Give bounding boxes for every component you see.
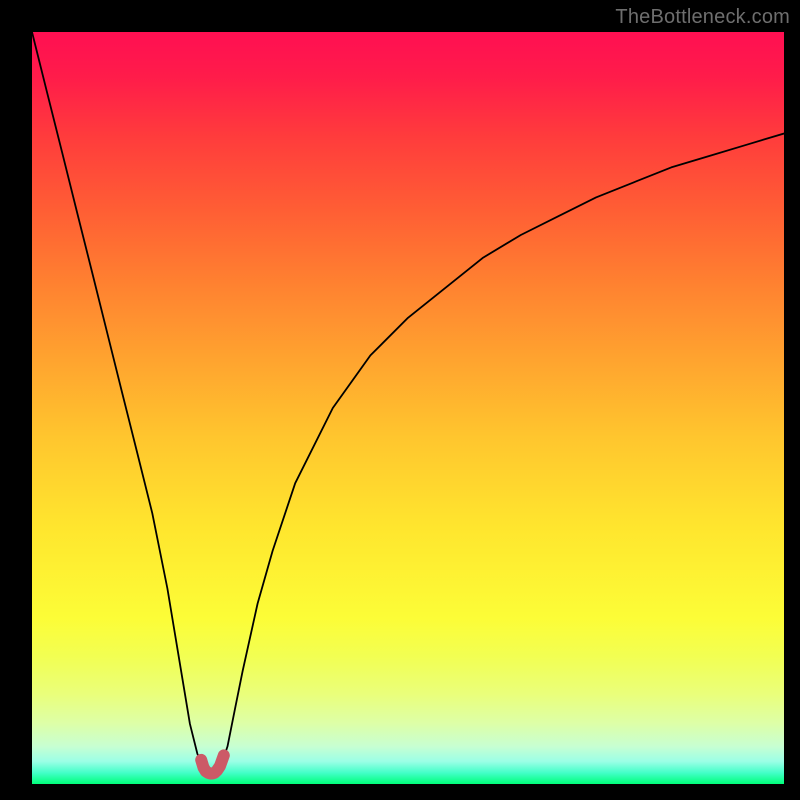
plot-area (32, 32, 784, 784)
chart-container: TheBottleneck.com (0, 0, 800, 800)
watermark-text: TheBottleneck.com (615, 6, 790, 29)
optimal-region-marker (32, 32, 784, 784)
